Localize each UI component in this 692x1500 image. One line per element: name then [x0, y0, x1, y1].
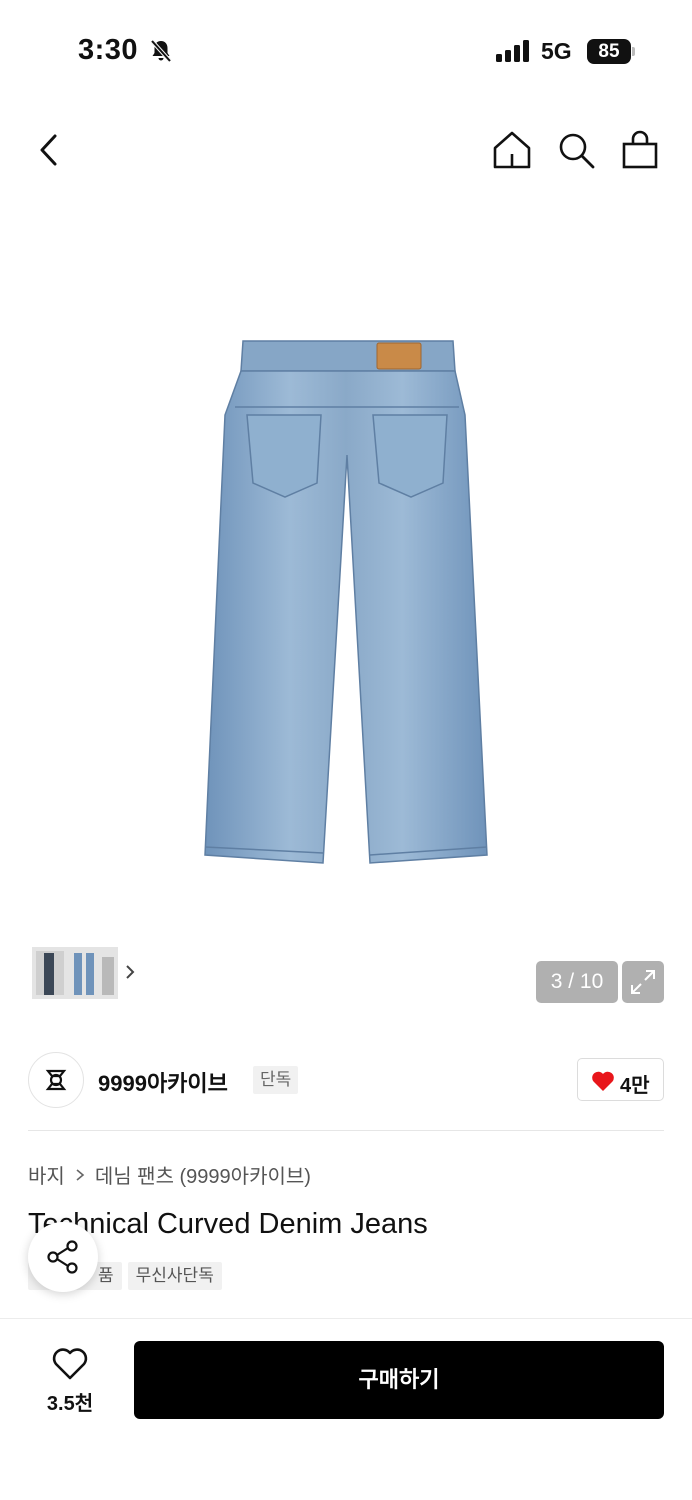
image-counter: 3 / 10: [536, 961, 618, 1003]
status-time: 3:30: [78, 34, 139, 66]
buy-button[interactable]: 구매하기: [134, 1341, 664, 1419]
thumbnail-image: [32, 947, 118, 999]
section-divider: [28, 1130, 664, 1131]
breadcrumb-item-category[interactable]: 바지: [28, 1160, 65, 1189]
shopping-bag-icon: [622, 130, 658, 169]
search-button[interactable]: [556, 130, 596, 170]
exclusive-badge: 단독: [253, 1066, 299, 1094]
breadcrumb-item-subcategory[interactable]: 데님 팬츠 (9999아카이브): [95, 1160, 311, 1189]
home-button[interactable]: [492, 130, 532, 170]
brand-like-count: 4만: [620, 1075, 650, 1097]
heart-outline-icon: [52, 1348, 88, 1380]
bottom-bar-divider: [0, 1318, 692, 1319]
battery-icon: 85: [587, 39, 635, 64]
breadcrumb: 바지 데님 팬츠 (9999아카이브): [28, 1160, 311, 1189]
top-nav: [0, 118, 692, 182]
brand-like-button[interactable]: 4만: [577, 1058, 664, 1101]
signal-icon: [496, 40, 529, 62]
share-button[interactable]: [28, 1222, 98, 1292]
network-type: 5G: [541, 38, 572, 64]
brand-name[interactable]: 9999아카이브: [98, 1066, 228, 1098]
home-icon: [493, 131, 531, 169]
brand-row: 9999아카이브 단독 4만: [28, 1052, 664, 1110]
cart-button[interactable]: [620, 130, 660, 170]
search-icon: [559, 133, 595, 169]
brand-logo[interactable]: [28, 1052, 84, 1108]
silent-bell-icon: [150, 39, 172, 63]
brand-logo-icon: [45, 1069, 67, 1091]
product-tag: 무신사단독: [127, 1262, 222, 1290]
status-bar: 3:30 5G 85: [0, 0, 692, 100]
wishlist-count: 3.5천: [46, 1393, 94, 1415]
chevron-right-icon: [76, 1168, 85, 1181]
back-arrow-icon: [40, 134, 57, 166]
expand-icon: [631, 970, 655, 994]
product-image-jeans[interactable]: [195, 335, 495, 875]
chevron-right-icon: [126, 965, 135, 979]
back-button[interactable]: [30, 130, 70, 170]
share-icon: [47, 1240, 78, 1274]
thumbnail-strip[interactable]: [28, 943, 145, 1003]
wishlist-button[interactable]: 3.5천: [28, 1345, 112, 1419]
fullscreen-button[interactable]: [622, 961, 664, 1003]
heart-filled-icon: [592, 1071, 614, 1091]
battery-level: 85: [587, 39, 631, 64]
